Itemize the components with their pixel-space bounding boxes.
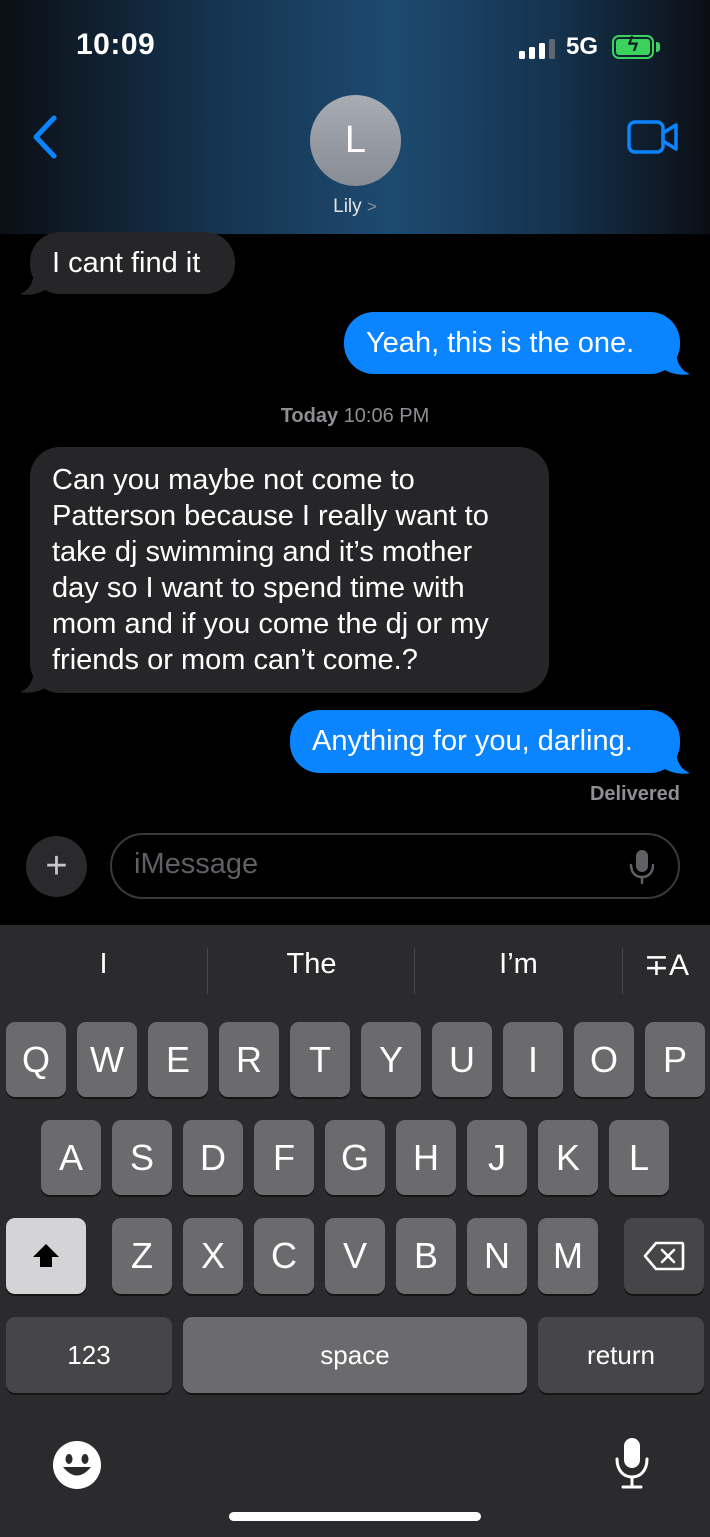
message-bubble-incoming[interactable]: I cant find it <box>30 232 235 294</box>
key-v[interactable]: V <box>325 1218 385 1294</box>
contact-avatar[interactable]: L <box>310 95 401 186</box>
message-line: friends or mom can’t come.? <box>52 644 418 676</box>
delivery-status: Delivered <box>589 783 680 805</box>
key-t[interactable]: T <box>290 1022 350 1097</box>
contact-name: Lily <box>333 196 362 217</box>
key-o[interactable]: O <box>574 1022 634 1097</box>
back-chevron-icon[interactable] <box>26 112 66 162</box>
chevron-right-icon: > <box>366 197 377 216</box>
key-a[interactable]: A <box>41 1120 101 1195</box>
key-z[interactable]: Z <box>112 1218 172 1294</box>
key-f[interactable]: F <box>254 1120 314 1195</box>
contact-name-link[interactable]: Lily > <box>300 196 410 218</box>
key-b[interactable]: B <box>396 1218 456 1294</box>
key-l[interactable]: L <box>609 1120 669 1195</box>
key-g[interactable]: G <box>325 1120 385 1195</box>
timestamp-day: Today <box>280 405 339 427</box>
message-line: Patterson because I really want to <box>52 500 489 532</box>
message-bubble-outgoing[interactable]: Anything for you, darling. <box>290 710 680 773</box>
video-camera-icon[interactable] <box>627 118 679 156</box>
key-q[interactable]: Q <box>6 1022 66 1097</box>
message-line: take dj swimming and it’s mother <box>52 536 473 568</box>
message-text: Anything for you, darling. <box>312 725 633 757</box>
dictation-mic-icon[interactable] <box>628 849 656 885</box>
message-line: Can you maybe not come to <box>52 464 415 496</box>
shift-key[interactable] <box>6 1218 86 1294</box>
key-i[interactable]: I <box>503 1022 563 1097</box>
emoji-icon[interactable] <box>52 1440 102 1490</box>
microphone-icon[interactable] <box>612 1436 652 1490</box>
timestamp-time: 10:06 PM <box>343 405 430 427</box>
plus-icon: + <box>45 845 68 887</box>
avatar-initial: L <box>344 119 367 161</box>
shift-arrow-icon <box>33 1244 59 1267</box>
suggestion-1[interactable]: I <box>0 948 207 981</box>
key-y[interactable]: Y <box>361 1022 421 1097</box>
return-key[interactable]: return <box>538 1317 704 1393</box>
key-e[interactable]: E <box>148 1022 208 1097</box>
message-line: mom and if you come the dj or my <box>52 608 489 640</box>
message-text: Yeah, this is the one. <box>366 327 635 359</box>
numbers-key[interactable]: 123 <box>6 1317 172 1393</box>
suggestion-3[interactable]: I’m <box>415 948 622 981</box>
key-w[interactable]: W <box>77 1022 137 1097</box>
status-time: 10:09 <box>76 28 156 61</box>
key-r[interactable]: R <box>219 1022 279 1097</box>
battery-icon: ϟ <box>612 34 654 59</box>
text-format-button[interactable]: ∓A <box>623 948 710 983</box>
message-bubble-outgoing[interactable]: Yeah, this is the one. <box>344 312 680 374</box>
suggestion-2[interactable]: The <box>208 948 415 981</box>
apps-plus-button[interactable]: + <box>26 836 87 897</box>
delete-key[interactable] <box>624 1218 704 1294</box>
space-key[interactable]: space <box>183 1317 527 1393</box>
key-c[interactable]: C <box>254 1218 314 1294</box>
message-bubble-incoming[interactable]: Can you maybe not come to Patterson beca… <box>30 447 549 693</box>
message-line: day so I want to spend time with <box>52 572 465 604</box>
key-d[interactable]: D <box>183 1120 243 1195</box>
message-timestamp: Today 10:06 PM <box>0 405 710 428</box>
key-m[interactable]: M <box>538 1218 598 1294</box>
cellular-signal-icon <box>519 37 557 59</box>
home-indicator <box>229 1512 481 1521</box>
message-text: I cant find it <box>52 247 201 279</box>
key-j[interactable]: J <box>467 1120 527 1195</box>
key-n[interactable]: N <box>467 1218 527 1294</box>
backspace-icon <box>643 1241 685 1271</box>
key-s[interactable]: S <box>112 1120 172 1195</box>
key-x[interactable]: X <box>183 1218 243 1294</box>
network-type: 5G <box>566 33 599 60</box>
key-h[interactable]: H <box>396 1120 456 1195</box>
input-placeholder: iMessage <box>134 848 259 880</box>
key-k[interactable]: K <box>538 1120 598 1195</box>
key-u[interactable]: U <box>432 1022 492 1097</box>
battery-cap <box>656 42 660 52</box>
key-p[interactable]: P <box>645 1022 705 1097</box>
